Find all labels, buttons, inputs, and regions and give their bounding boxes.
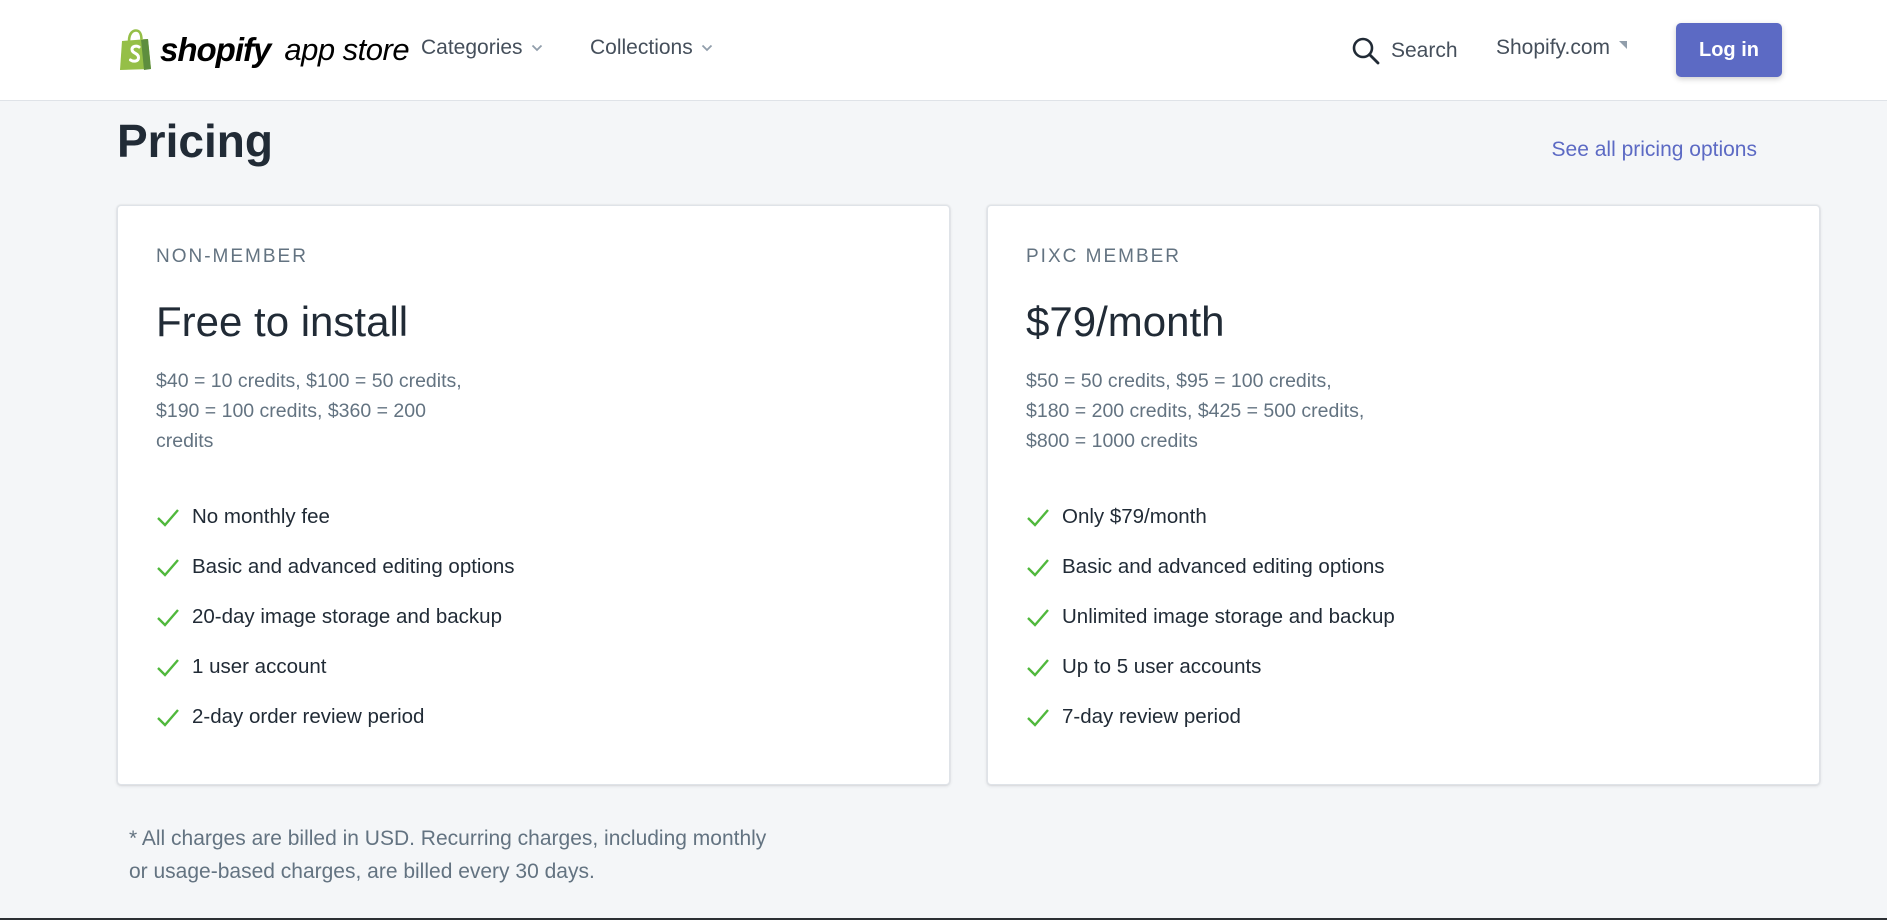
shopping-bag-icon [120,29,151,70]
plan-tier: NON-MEMBER [156,246,308,267]
checkmark-icon [1027,509,1049,527]
pricing-card-non-member: NON-MEMBER Free to install $40 = 10 cred… [117,205,950,785]
plan-features-list: No monthly fee Basic and advanced editin… [156,492,515,742]
plan-features-list: Only $79/month Basic and advanced editin… [1026,492,1395,742]
pricing-title: Pricing [117,115,273,167]
plan-tier: PIXC MEMBER [1026,246,1182,267]
plan-feature: 7-day review period [1026,692,1395,742]
pricing-card-pixc-member: PIXC MEMBER $79/month $50 = 50 credits, … [987,205,1820,785]
plan-feature: 2-day order review period [156,692,515,742]
plan-price: Free to install [156,298,409,345]
checkmark-icon [1027,659,1049,677]
nav-categories[interactable]: Categories [421,36,543,60]
shopify-app-store-logo[interactable]: shopify app store [118,26,410,74]
checkmark-icon [157,509,179,527]
plan-feature-text: 7-day review period [1062,705,1241,728]
plan-price: $79/month [1026,298,1225,345]
plan-feature-text: Only $79/month [1062,505,1207,528]
external-link-icon [1619,41,1627,49]
plan-feature-text: 1 user account [192,655,327,678]
checkmark-icon [157,559,179,577]
search-button[interactable]: Search [1351,36,1458,66]
plan-feature-text: No monthly fee [192,505,330,528]
nav-collections-label: Collections [590,36,693,59]
checkmark-icon [1027,709,1049,727]
checkmark-icon [1027,559,1049,577]
checkmark-icon [1027,609,1049,627]
nav-categories-label: Categories [421,36,523,59]
plan-feature-text: Basic and advanced editing options [192,555,515,578]
chevron-down-icon [531,44,542,52]
checkmark-icon [157,659,179,677]
plan-description: $50 = 50 credits, $95 = 100 credits, $18… [1026,370,1365,452]
top-navigation-bar: shopify app store Categories Collections… [0,0,1887,101]
plan-feature-text: 2-day order review period [192,705,425,728]
logo-brand-text: shopify [160,31,271,68]
plan-description: $40 = 10 credits, $100 = 50 credits, $19… [156,370,462,452]
chevron-down-icon [701,44,712,52]
plan-feature: Basic and advanced editing options [156,542,515,592]
shopify-com-link[interactable]: Shopify.com [1496,36,1628,60]
billing-footnote: * All charges are billed in USD. Recurri… [129,827,767,883]
plan-feature: No monthly fee [156,492,515,542]
plan-feature: Unlimited image storage and backup [1026,592,1395,642]
plan-feature: Only $79/month [1026,492,1395,542]
plan-feature-text: Up to 5 user accounts [1062,655,1262,678]
search-label: Search [1391,39,1458,62]
nav-collections[interactable]: Collections [590,36,713,60]
shopify-com-label: Shopify.com [1496,36,1610,59]
search-icon [1352,37,1380,65]
plan-feature: 20-day image storage and backup [156,592,515,642]
plan-feature-text: Unlimited image storage and backup [1062,605,1395,628]
plan-feature-text: 20-day image storage and backup [192,605,502,628]
checkmark-icon [157,609,179,627]
logo-suffix-text: app store [284,32,410,67]
plan-feature: Basic and advanced editing options [1026,542,1395,592]
plan-feature: 1 user account [156,642,515,692]
plan-feature-text: Basic and advanced editing options [1062,555,1385,578]
see-all-pricing-link[interactable]: See all pricing options [1552,138,1757,162]
login-button[interactable]: Log in [1676,23,1782,77]
plan-feature: Up to 5 user accounts [1026,642,1395,692]
checkmark-icon [157,709,179,727]
